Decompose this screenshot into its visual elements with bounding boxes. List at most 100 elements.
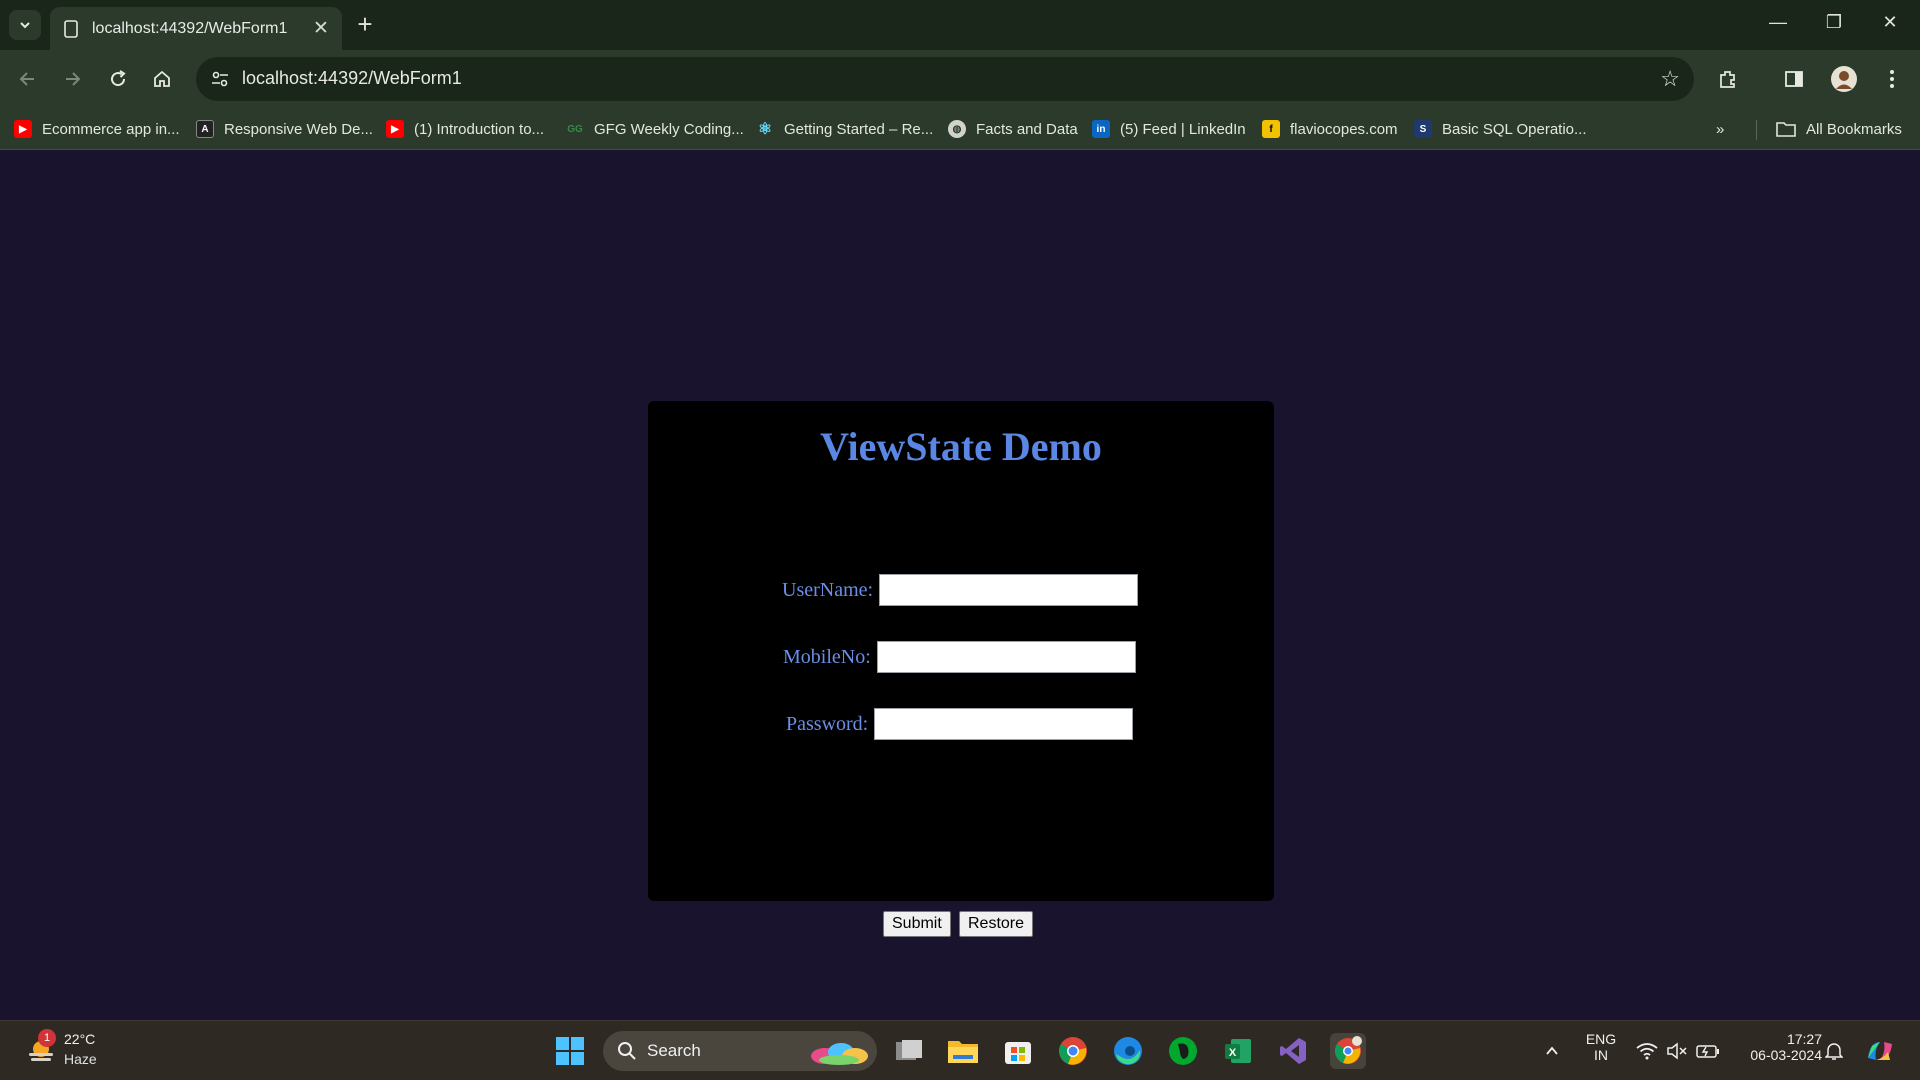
- battery-icon[interactable]: [1692, 1033, 1724, 1069]
- all-bookmarks[interactable]: All Bookmarks: [1776, 116, 1902, 142]
- language-indicator[interactable]: ENG IN: [1580, 1031, 1622, 1063]
- url-text: localhost:44392/WebForm1: [242, 68, 462, 88]
- language-code: ENG: [1585, 1031, 1617, 1047]
- new-tab-button[interactable]: +: [352, 11, 378, 37]
- profile-avatar[interactable]: [1830, 65, 1858, 93]
- bookmark-item[interactable]: A Responsive Web De...: [196, 116, 373, 142]
- windows-taskbar: 1 22°C Haze Search X ENG IN 17:27 06-03-…: [0, 1020, 1920, 1080]
- bookmark-star-icon[interactable]: ☆: [1660, 66, 1680, 92]
- a-logo-icon: A: [196, 120, 214, 138]
- chrome-profile-active-icon[interactable]: [1330, 1033, 1366, 1069]
- minimize-icon[interactable]: —: [1764, 12, 1792, 33]
- bookmark-item[interactable]: ⚛ Getting Started – Re...: [756, 116, 933, 142]
- extensions-icon[interactable]: [1716, 67, 1740, 91]
- address-bar[interactable]: localhost:44392/WebForm1 ☆: [196, 57, 1694, 101]
- youtube-icon: ▶: [14, 120, 32, 138]
- bookmark-item[interactable]: ▶ Ecommerce app in...: [14, 116, 180, 142]
- clock-date: 06-03-2024: [1750, 1047, 1822, 1063]
- taskbar-search[interactable]: Search: [603, 1031, 877, 1071]
- bookmark-item[interactable]: ◍ Facts and Data: [948, 116, 1078, 142]
- tab-title: localhost:44392/WebForm1: [92, 19, 288, 37]
- weather-condition: Haze: [64, 1051, 97, 1067]
- bookmark-label: (1) Introduction to...: [414, 120, 545, 138]
- password-input[interactable]: [874, 708, 1134, 740]
- visual-studio-icon[interactable]: [1275, 1033, 1311, 1069]
- region-code: IN: [1594, 1047, 1608, 1063]
- bookmark-label: Ecommerce app in...: [42, 120, 180, 138]
- weather-temp: 22°C: [64, 1031, 96, 1047]
- page-title: ViewState Demo: [820, 424, 1102, 469]
- youtube-icon: ▶: [386, 120, 404, 138]
- globe-icon: ◍: [948, 120, 966, 138]
- edge-icon[interactable]: [1110, 1033, 1146, 1069]
- weather-widget[interactable]: 1 22°C Haze: [22, 1029, 112, 1073]
- gfg-icon: GG: [567, 123, 583, 135]
- page-viewport: ViewState Demo UserName: MobileNo: Passw…: [0, 150, 1920, 1020]
- sql-icon: S: [1414, 120, 1432, 138]
- restore-button[interactable]: Restore: [959, 911, 1034, 937]
- excel-icon[interactable]: X: [1220, 1033, 1256, 1069]
- username-label: UserName:: [782, 578, 874, 601]
- copilot-icon[interactable]: [1860, 1033, 1900, 1069]
- close-tab-icon[interactable]: ✕: [310, 17, 332, 40]
- chevron-up-icon[interactable]: [1536, 1033, 1568, 1069]
- bookmarks-divider: [1756, 120, 1757, 140]
- microsoft-store-icon[interactable]: [1000, 1033, 1036, 1069]
- bookmark-label: Responsive Web De...: [224, 120, 373, 138]
- file-explorer-icon[interactable]: [945, 1033, 981, 1069]
- home-icon[interactable]: [150, 67, 174, 91]
- bookmark-item[interactable]: in (5) Feed | LinkedIn: [1092, 116, 1246, 142]
- folder-icon: [1776, 122, 1796, 137]
- flavio-icon: f: [1262, 120, 1280, 138]
- restore-window-icon[interactable]: ❐: [1820, 12, 1848, 33]
- bookmarks-bar: ▶ Ecommerce app in... A Responsive Web D…: [0, 108, 1920, 150]
- bookmark-label: Basic SQL Operatio...: [1442, 120, 1587, 138]
- bookmark-label: Facts and Data: [976, 120, 1078, 138]
- task-view-icon[interactable]: [891, 1033, 927, 1069]
- forward-icon[interactable]: [60, 67, 84, 91]
- holi-colors-icon: [811, 1043, 868, 1065]
- bookmark-label: flaviocopes.com: [1290, 120, 1398, 138]
- evernote-icon[interactable]: [1165, 1033, 1201, 1069]
- bookmark-item[interactable]: S Basic SQL Operatio...: [1414, 116, 1587, 142]
- password-row: Password:: [786, 708, 1134, 740]
- submit-button[interactable]: Submit: [883, 911, 951, 937]
- wifi-icon[interactable]: [1632, 1033, 1662, 1069]
- menu-kebab-icon[interactable]: [1880, 67, 1904, 91]
- bookmark-label: (5) Feed | LinkedIn: [1120, 120, 1246, 138]
- back-icon[interactable]: [16, 67, 40, 91]
- bookmark-label: GFG Weekly Coding...: [594, 120, 744, 138]
- form-card: ViewState Demo UserName: MobileNo: Passw…: [648, 401, 1274, 937]
- chevron-down-icon: [20, 22, 30, 29]
- more-bookmarks-icon[interactable]: »: [1716, 116, 1724, 142]
- reload-icon[interactable]: [106, 67, 130, 91]
- side-panel-icon[interactable]: [1782, 67, 1806, 91]
- notification-badge: 1: [38, 1029, 56, 1047]
- search-icon: [618, 1042, 636, 1060]
- password-label: Password:: [786, 712, 869, 735]
- username-input[interactable]: [879, 574, 1139, 606]
- react-icon: ⚛: [757, 121, 773, 138]
- tab-strip: localhost:44392/WebForm1 ✕ + — ❐ ✕: [0, 0, 1920, 50]
- close-window-icon[interactable]: ✕: [1876, 12, 1904, 33]
- linkedin-icon: in: [1092, 120, 1110, 138]
- clock[interactable]: 17:27 06-03-2024: [1736, 1031, 1822, 1063]
- tab-active[interactable]: localhost:44392/WebForm1 ✕: [50, 7, 342, 50]
- tab-search-button[interactable]: [9, 10, 41, 40]
- speaker-muted-icon[interactable]: [1662, 1033, 1692, 1069]
- bookmark-label: Getting Started – Re...: [784, 120, 934, 138]
- mobile-input[interactable]: [876, 641, 1136, 673]
- browser-toolbar: localhost:44392/WebForm1 ☆: [0, 50, 1920, 108]
- username-row: UserName:: [782, 574, 1139, 606]
- bookmark-item[interactable]: GG GFG Weekly Coding...: [566, 116, 744, 142]
- clock-time: 17:27: [1786, 1031, 1822, 1047]
- bookmark-item[interactable]: f flaviocopes.com: [1262, 116, 1398, 142]
- windows-start-icon[interactable]: [552, 1033, 588, 1069]
- mobile-label: MobileNo:: [783, 645, 871, 668]
- notification-bell-icon[interactable]: [1818, 1033, 1850, 1069]
- svg-text:X: X: [1229, 1047, 1237, 1059]
- bookmark-item[interactable]: ▶ (1) Introduction to...: [386, 116, 544, 142]
- chrome-icon[interactable]: [1055, 1033, 1091, 1069]
- search-label: Search: [647, 1041, 701, 1060]
- site-info-icon[interactable]: [208, 67, 232, 91]
